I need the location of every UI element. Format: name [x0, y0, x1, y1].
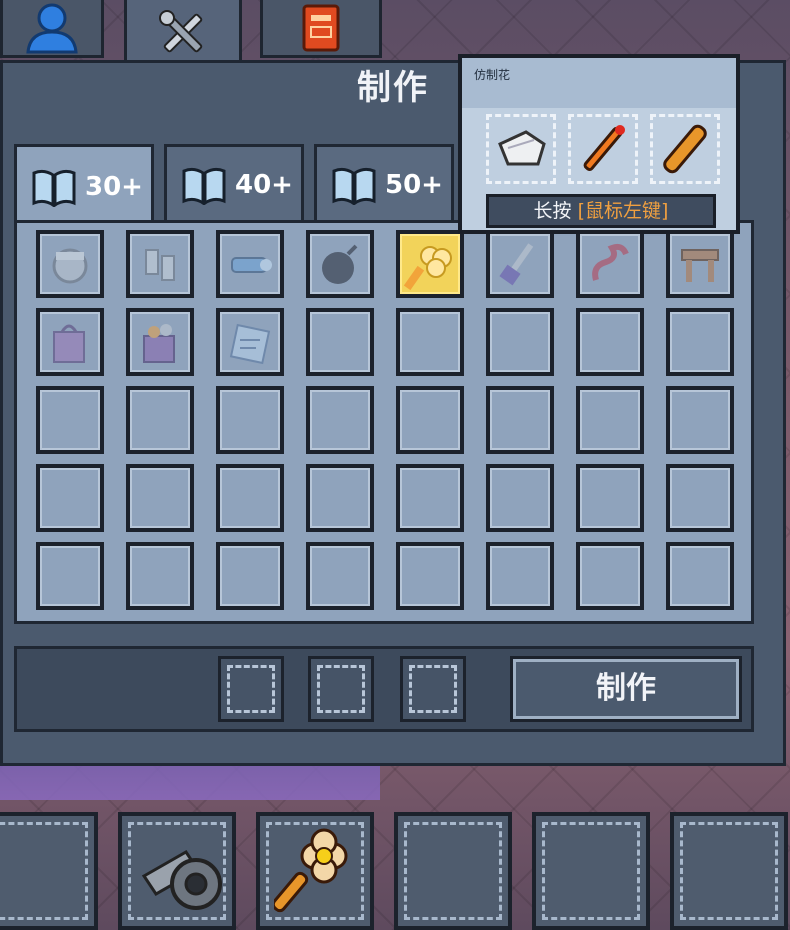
recipe-slot-hose[interactable]: [576, 230, 644, 298]
recipe-slot-table[interactable]: [666, 230, 734, 298]
paintbrush-icon: [499, 243, 534, 286]
hotbar-slot-fake-flower[interactable]: [256, 812, 374, 930]
tooltip-hint: 长按 [鼠标左键]: [486, 194, 716, 228]
shopping-bag-icon: [53, 324, 85, 363]
hint-key: [鼠标左键]: [577, 200, 669, 222]
recipe-slot-empty[interactable]: [306, 464, 374, 532]
fake-flower-icon: [403, 246, 452, 291]
recipe-slot-empty[interactable]: [36, 542, 104, 610]
tab-profile[interactable]: [0, 0, 104, 58]
person-icon: [26, 3, 78, 53]
recipe-slot-empty[interactable]: [36, 464, 104, 532]
recipe-slot-empty[interactable]: [396, 464, 464, 532]
recipe-slot-blueprint-box[interactable]: [216, 308, 284, 376]
tab-level-label: 50+: [385, 169, 443, 200]
tooltip-ingredient-slot: [650, 114, 720, 184]
hotbar-slot[interactable]: [532, 812, 650, 930]
open-book-icon: [332, 167, 376, 205]
recipe-slot-empty[interactable]: [486, 386, 554, 454]
recipe-slot-empty[interactable]: [216, 464, 284, 532]
recipe-slot-empty[interactable]: [126, 542, 194, 610]
recipe-slot-empty[interactable]: [396, 308, 464, 376]
recipe-slot-shopping-bag[interactable]: [36, 308, 104, 376]
bucket-icon: [52, 248, 88, 284]
item-tooltip: 仿制花 长按 [鼠标左键]: [458, 54, 740, 234]
recipe-slot-empty[interactable]: [666, 386, 734, 454]
tab-level-label: 30+: [85, 171, 143, 202]
recipe-slot-grocery-bag[interactable]: [126, 308, 194, 376]
fake-flower-icon: [274, 828, 348, 913]
blueprint-box-icon: [229, 323, 271, 365]
tooltip-ingredient-slot: [568, 114, 638, 184]
recipe-slot-flashlight[interactable]: [216, 230, 284, 298]
recipe-slot-fake-flower[interactable]: [396, 230, 464, 298]
recipe-slot-empty[interactable]: [306, 308, 374, 376]
recipe-slot-empty[interactable]: [576, 386, 644, 454]
tab-level-40[interactable]: 40+: [164, 144, 304, 222]
ingredient-slot: [400, 656, 466, 722]
tab-level-30[interactable]: 30+: [14, 144, 154, 226]
pen-icon: [583, 125, 625, 171]
recipe-slot-empty[interactable]: [486, 464, 554, 532]
recipe-slot-empty[interactable]: [306, 542, 374, 610]
hotbar-slot[interactable]: [0, 812, 98, 930]
recipe-slot-empty[interactable]: [486, 308, 554, 376]
recipe-slot-empty[interactable]: [666, 308, 734, 376]
tab-journal[interactable]: [260, 0, 382, 58]
paper-icon: [498, 130, 546, 166]
tab-level-50[interactable]: 50+: [314, 144, 454, 222]
recipe-slot-empty[interactable]: [666, 542, 734, 610]
recipe-slot-empty[interactable]: [216, 542, 284, 610]
recipe-slot-empty[interactable]: [486, 542, 554, 610]
recipe-slot-empty[interactable]: [576, 308, 644, 376]
recipe-slot-bomb[interactable]: [306, 230, 374, 298]
recipe-slot-empty[interactable]: [36, 386, 104, 454]
hotbar-slot-duct-tape[interactable]: [118, 812, 236, 930]
recipe-slot-empty[interactable]: [666, 464, 734, 532]
table-icon: [681, 249, 719, 282]
open-book-icon: [182, 167, 226, 205]
recipe-slot-empty[interactable]: [396, 386, 464, 454]
tools-icon: [159, 10, 203, 53]
wooden-stick-icon: [663, 124, 707, 174]
recipe-slot-empty[interactable]: [576, 464, 644, 532]
tooltip-item-name: 仿制花: [474, 68, 511, 82]
ingredient-slot: [308, 656, 374, 722]
duct-tape-icon: [141, 850, 222, 910]
recipe-slot-empty[interactable]: [576, 542, 644, 610]
craft-button[interactable]: 制作: [510, 656, 742, 722]
flashlight-icon: [231, 257, 272, 273]
wrench-parts-icon: [145, 249, 175, 281]
recipe-slot-empty[interactable]: [306, 386, 374, 454]
recipe-slot-bucket[interactable]: [36, 230, 104, 298]
recipe-slot-empty[interactable]: [216, 386, 284, 454]
hotbar-slot[interactable]: [670, 812, 788, 930]
tooltip-ingredient-slot: [486, 114, 556, 184]
hose-icon: [592, 243, 629, 281]
tab-level-label: 40+: [235, 169, 293, 200]
recipe-slot-wrench-parts[interactable]: [126, 230, 194, 298]
recipe-slot-paintbrush[interactable]: [486, 230, 554, 298]
tab-crafting[interactable]: [124, 0, 242, 66]
hotbar-slot[interactable]: [394, 812, 512, 930]
open-book-icon: [32, 169, 76, 207]
recipe-slot-empty[interactable]: [126, 386, 194, 454]
red-book-icon: [302, 4, 340, 51]
grocery-bag-icon: [143, 324, 175, 363]
recipe-slot-empty[interactable]: [126, 464, 194, 532]
bomb-icon: [322, 244, 358, 284]
hint-prefix: 长按: [533, 200, 572, 222]
recipe-slot-empty[interactable]: [396, 542, 464, 610]
ingredient-slot: [218, 656, 284, 722]
